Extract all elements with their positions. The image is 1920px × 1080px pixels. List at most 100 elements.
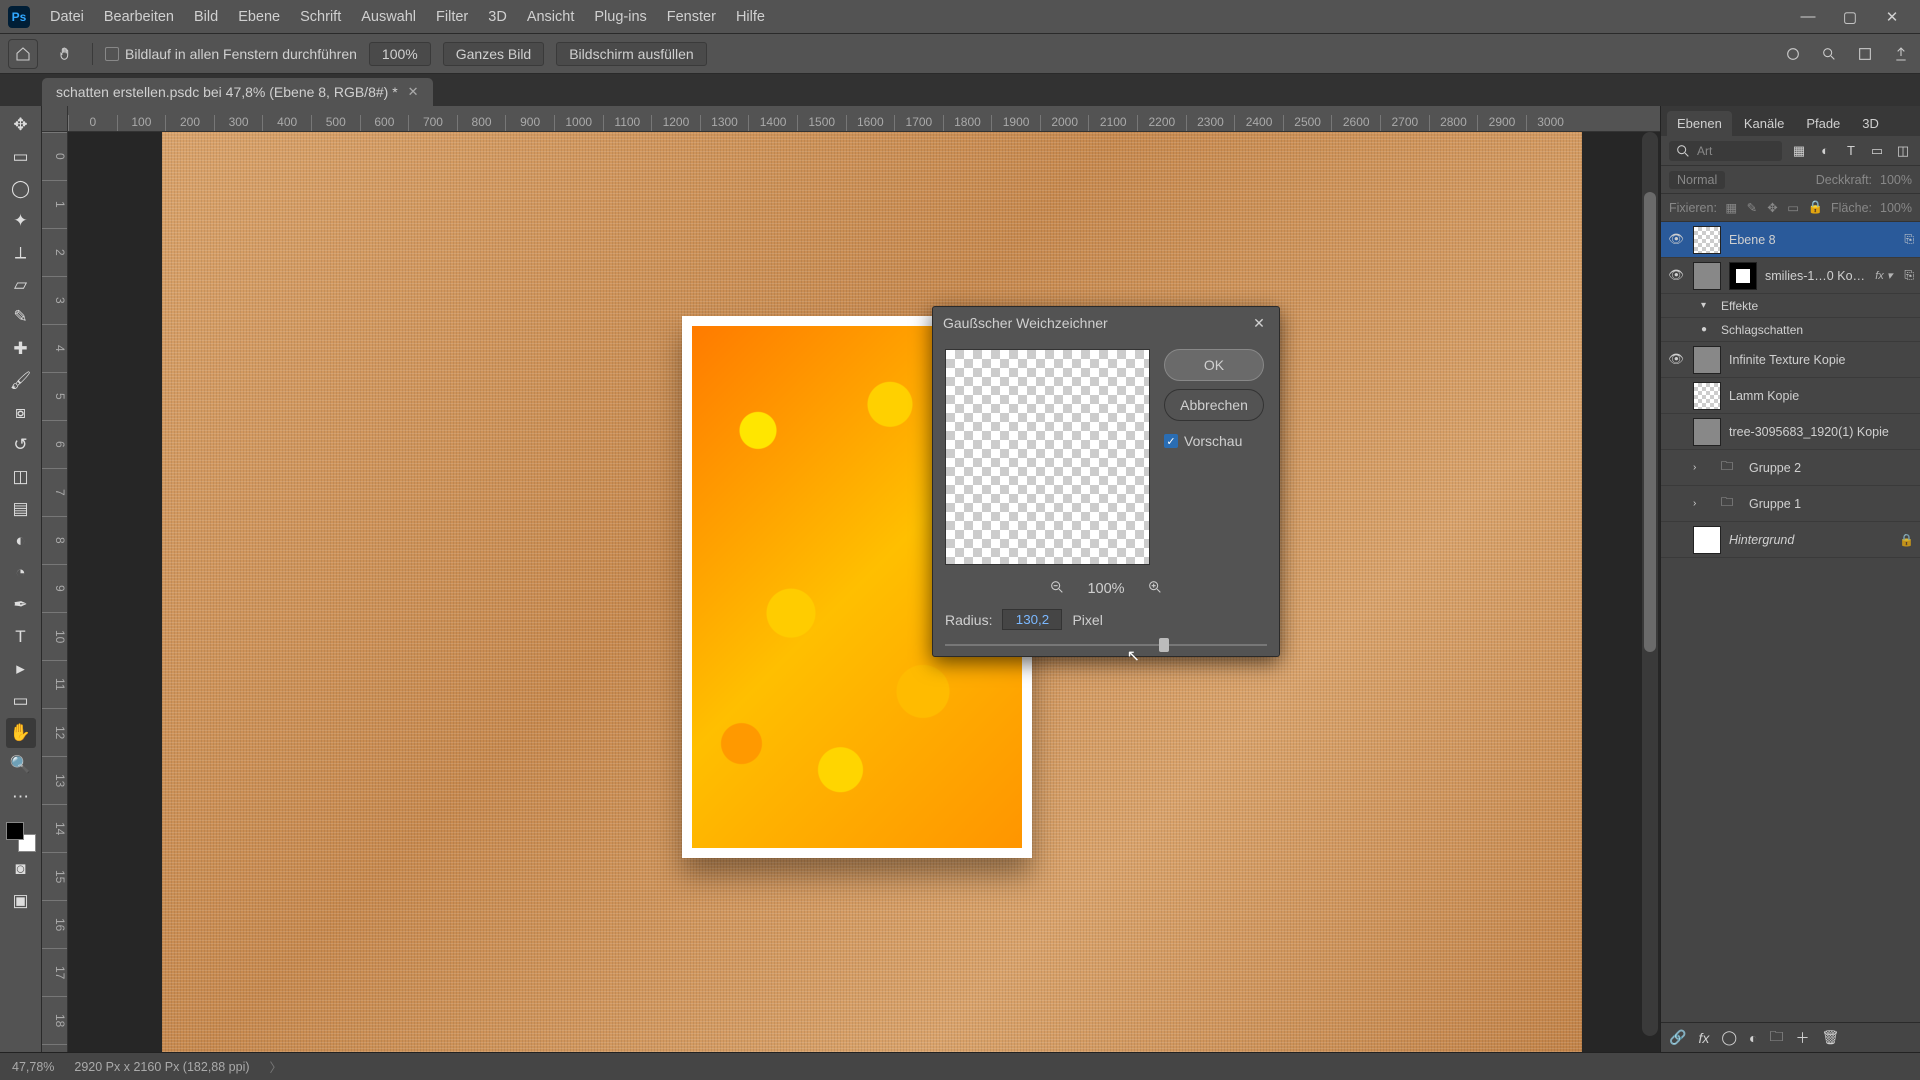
workspace-icon[interactable] xyxy=(1854,43,1876,65)
type-tool[interactable]: T xyxy=(6,622,36,652)
hand-tool[interactable]: ✋ xyxy=(6,718,36,748)
filter-image-icon[interactable]: ▦ xyxy=(1790,142,1808,160)
document-tab-close-icon[interactable]: ✕ xyxy=(408,84,419,100)
document-tab[interactable]: schatten erstellen.psdc bei 47,8% (Ebene… xyxy=(42,78,433,106)
menu-hilfe[interactable]: Hilfe xyxy=(726,9,775,25)
filter-type-icon[interactable]: T xyxy=(1842,142,1860,160)
brush-tool[interactable]: 🖌 xyxy=(6,366,36,396)
layer-name[interactable]: Infinite Texture Kopie xyxy=(1729,353,1914,367)
menu-bild[interactable]: Bild xyxy=(184,9,228,25)
tab-pfade[interactable]: Pfade xyxy=(1796,111,1850,136)
tab-kanaele[interactable]: Kanäle xyxy=(1734,111,1794,136)
layer-effect-item[interactable]: ●Schlagschatten xyxy=(1661,318,1920,342)
menu-bearbeiten[interactable]: Bearbeiten xyxy=(94,9,184,25)
window-close-button[interactable]: ✕ xyxy=(1872,4,1912,30)
lock-all-icon[interactable]: 🔒 xyxy=(1807,199,1823,217)
menu-ansicht[interactable]: Ansicht xyxy=(517,9,585,25)
layer-name[interactable]: Gruppe 2 xyxy=(1749,461,1914,475)
menu-datei[interactable]: Datei xyxy=(40,9,94,25)
dialog-preview[interactable] xyxy=(945,349,1150,565)
layer-row[interactable]: 👁 Infinite Texture Kopie xyxy=(1661,342,1920,378)
preview-checkbox[interactable]: ✓Vorschau xyxy=(1164,433,1264,449)
filter-shape-icon[interactable]: ▭ xyxy=(1868,142,1886,160)
window-minimize-button[interactable]: — xyxy=(1788,4,1828,30)
layer-name[interactable]: Gruppe 1 xyxy=(1749,497,1914,511)
layer-thumbnail[interactable] xyxy=(1693,262,1721,290)
scroll-all-windows-checkbox[interactable]: Bildlauf in allen Fenstern durchführen xyxy=(105,46,357,62)
menu-filter[interactable]: Filter xyxy=(426,9,478,25)
canvas-area[interactable]: 0100200300400500600700800900100011001200… xyxy=(42,106,1660,1052)
history-brush-tool[interactable]: ↺ xyxy=(6,430,36,460)
layer-name[interactable]: Lamm Kopie xyxy=(1729,389,1914,403)
zoom-tool[interactable]: 🔍 xyxy=(6,750,36,780)
menu-plugins[interactable]: Plug-ins xyxy=(584,9,656,25)
filter-adjust-icon[interactable]: ◐ xyxy=(1816,142,1834,160)
status-chevron-icon[interactable]: 〉 xyxy=(270,1057,283,1076)
layer-row[interactable]: ›🗀Gruppe 1 xyxy=(1661,486,1920,522)
blur-tool[interactable]: ◐ xyxy=(6,526,36,556)
zoom-out-icon[interactable] xyxy=(1049,579,1065,599)
layer-filter-dropdown[interactable]: Art xyxy=(1669,141,1782,161)
layer-thumbnail[interactable] xyxy=(1693,418,1721,446)
layer-row[interactable]: 👁smilies-1…0 Kopie 2fx ▾⎘ xyxy=(1661,258,1920,294)
layer-mask-thumbnail[interactable] xyxy=(1729,262,1757,290)
blend-mode-dropdown[interactable]: Normal xyxy=(1669,171,1725,189)
share-icon[interactable] xyxy=(1890,43,1912,65)
new-layer-icon[interactable]: ＋ xyxy=(1795,1028,1809,1048)
layer-name[interactable]: Ebene 8 xyxy=(1729,233,1896,247)
gradient-tool[interactable]: ▤ xyxy=(6,494,36,524)
move-tool[interactable]: ✥ xyxy=(6,110,36,140)
lock-pos-icon[interactable]: ✥ xyxy=(1766,199,1779,217)
edit-toolbar-icon[interactable]: ⋯ xyxy=(6,782,36,812)
wand-tool[interactable]: ✦ xyxy=(6,206,36,236)
status-zoom[interactable]: 47,78% xyxy=(12,1060,54,1074)
layer-thumbnail[interactable] xyxy=(1693,526,1721,554)
layer-fx-icon[interactable]: fx xyxy=(1698,1030,1709,1046)
layer-row[interactable]: Hintergrund🔒 xyxy=(1661,522,1920,558)
lasso-tool[interactable]: ◯ xyxy=(6,174,36,204)
visibility-toggle[interactable]: 👁 xyxy=(1667,232,1685,247)
quickmask-tool[interactable]: ◙ xyxy=(6,854,36,884)
layer-row[interactable]: ›🗀Gruppe 2 xyxy=(1661,450,1920,486)
path-select-tool[interactable]: ▸ xyxy=(6,654,36,684)
hand-tool-icon[interactable] xyxy=(50,39,80,69)
window-maximize-button[interactable]: ▢ xyxy=(1830,4,1870,30)
layer-name[interactable]: smilies-1…0 Kopie 2 xyxy=(1765,269,1867,283)
fill-value[interactable]: 100% xyxy=(1880,201,1912,215)
artboard-tool[interactable]: ▭ xyxy=(6,142,36,172)
lock-trans-icon[interactable]: ▦ xyxy=(1725,199,1738,217)
menu-3d[interactable]: 3D xyxy=(478,9,517,25)
layer-thumbnail[interactable] xyxy=(1693,382,1721,410)
zoom-in-icon[interactable] xyxy=(1147,579,1163,599)
ruler-origin[interactable] xyxy=(42,106,68,132)
visibility-toggle[interactable]: 👁 xyxy=(1667,268,1685,283)
cloud-docs-icon[interactable] xyxy=(1782,43,1804,65)
menu-ebene[interactable]: Ebene xyxy=(228,9,290,25)
vertical-scrollbar[interactable] xyxy=(1642,132,1658,1036)
frame-tool[interactable]: ▱ xyxy=(6,270,36,300)
fit-whole-image-button[interactable]: Ganzes Bild xyxy=(443,42,544,66)
layer-effect-item[interactable]: ▾Effekte xyxy=(1661,294,1920,318)
ok-button[interactable]: OK xyxy=(1164,349,1264,381)
filter-smart-icon[interactable]: ◫ xyxy=(1894,142,1912,160)
layer-mask-icon[interactable]: ◯ xyxy=(1721,1029,1737,1046)
eraser-tool[interactable]: ◫ xyxy=(6,462,36,492)
lock-nest-icon[interactable]: ▭ xyxy=(1787,199,1800,217)
dodge-tool[interactable]: ◔ xyxy=(6,558,36,588)
radius-input[interactable] xyxy=(1002,609,1062,630)
status-docinfo[interactable]: 2920 Px x 2160 Px (182,88 ppi) xyxy=(74,1060,249,1074)
layer-name[interactable]: tree-3095683_1920(1) Kopie xyxy=(1729,425,1914,439)
tab-ebenen[interactable]: Ebenen xyxy=(1667,111,1732,136)
fx-badge[interactable]: fx ▾ xyxy=(1875,269,1892,282)
opacity-value[interactable]: 100% xyxy=(1880,173,1912,187)
layer-row[interactable]: Lamm Kopie xyxy=(1661,378,1920,414)
tab-3d[interactable]: 3D xyxy=(1852,111,1889,136)
menu-fenster[interactable]: Fenster xyxy=(657,9,726,25)
lock-paint-icon[interactable]: ✎ xyxy=(1746,199,1759,217)
menu-auswahl[interactable]: Auswahl xyxy=(351,9,426,25)
layer-thumbnail[interactable] xyxy=(1693,346,1721,374)
document-canvas[interactable] xyxy=(162,132,1582,1052)
visibility-toggle[interactable]: 👁 xyxy=(1667,352,1685,367)
adjustment-layer-icon[interactable]: ◐ xyxy=(1749,1030,1757,1046)
layer-row[interactable]: tree-3095683_1920(1) Kopie xyxy=(1661,414,1920,450)
